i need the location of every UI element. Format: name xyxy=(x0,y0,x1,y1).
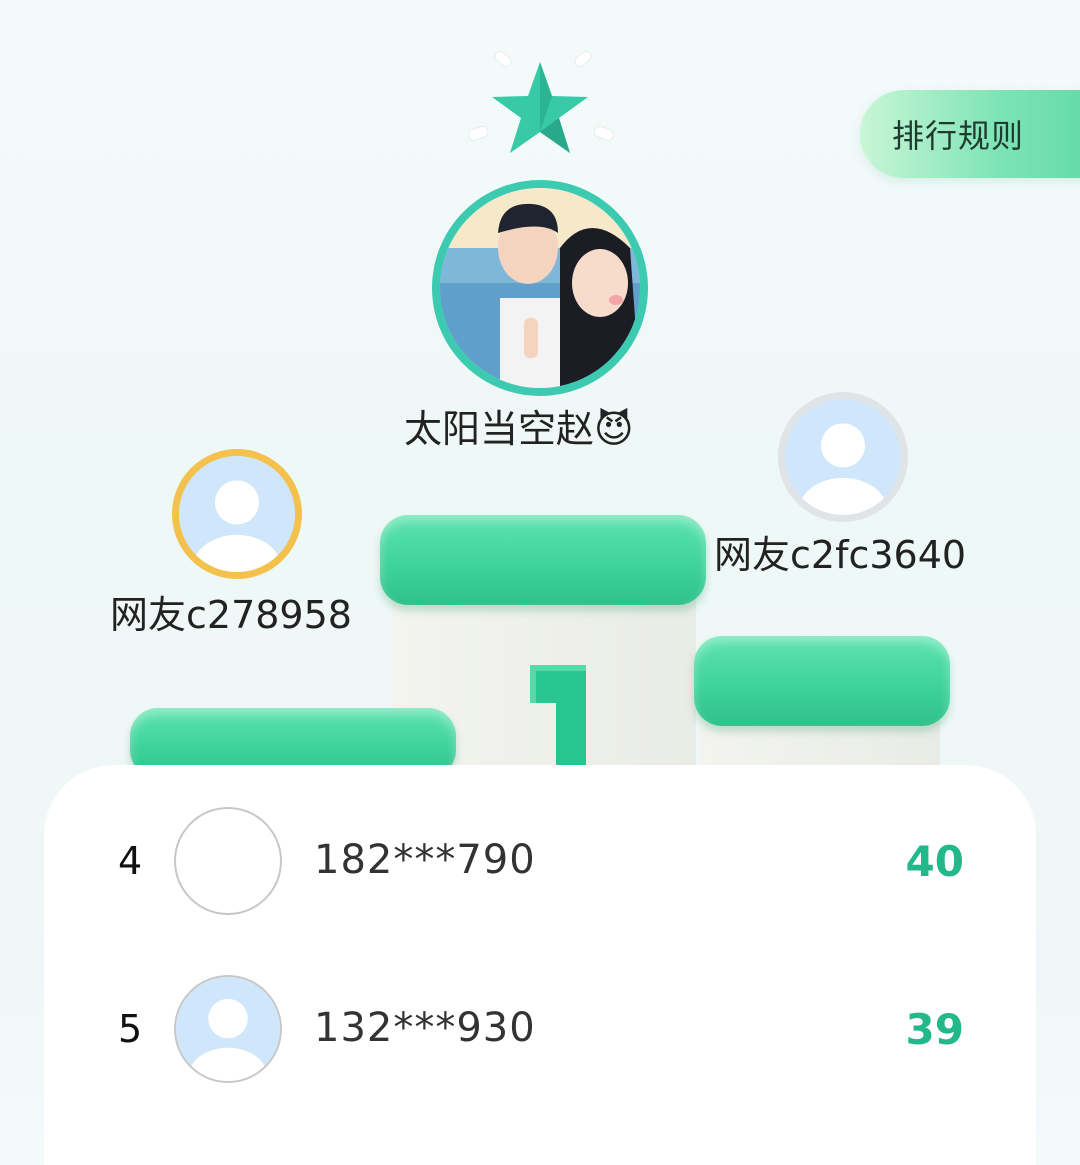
rules-button-label: 排行规则 xyxy=(892,117,1025,155)
ranking-list: 4 182***790 40 5 132***930 39 xyxy=(44,765,1036,1165)
list-item[interactable]: 5 132***930 39 xyxy=(44,965,1036,1095)
podium-number-one xyxy=(516,665,596,770)
rank-number: 4 xyxy=(118,839,143,883)
star-icon xyxy=(460,40,620,170)
third-place-avatar[interactable] xyxy=(778,392,908,522)
couple-photo xyxy=(440,188,640,388)
third-place-name: 网友c2fc3640 xyxy=(714,533,967,577)
second-place-avatar[interactable] xyxy=(172,449,302,579)
first-place-avatar[interactable] xyxy=(432,180,648,396)
default-user-icon xyxy=(179,456,295,572)
user-name: 182***790 xyxy=(314,837,536,883)
second-place-name: 网友c278958 xyxy=(110,593,352,637)
default-user-icon xyxy=(176,977,280,1081)
avatar[interactable] xyxy=(174,807,282,915)
avatar[interactable] xyxy=(174,975,282,1083)
score-value: 40 xyxy=(905,837,964,886)
first-place-name: 太阳当空赵😈 xyxy=(404,407,634,451)
rules-button[interactable]: 排行规则 xyxy=(860,90,1080,178)
user-name: 132***930 xyxy=(314,1005,536,1051)
rank-number: 5 xyxy=(118,1007,143,1051)
score-value: 39 xyxy=(905,1005,964,1054)
podium-third-top xyxy=(694,636,950,726)
podium-first-top xyxy=(380,515,706,605)
default-user-icon xyxy=(785,399,901,515)
list-item[interactable]: 4 182***790 40 xyxy=(44,797,1036,927)
